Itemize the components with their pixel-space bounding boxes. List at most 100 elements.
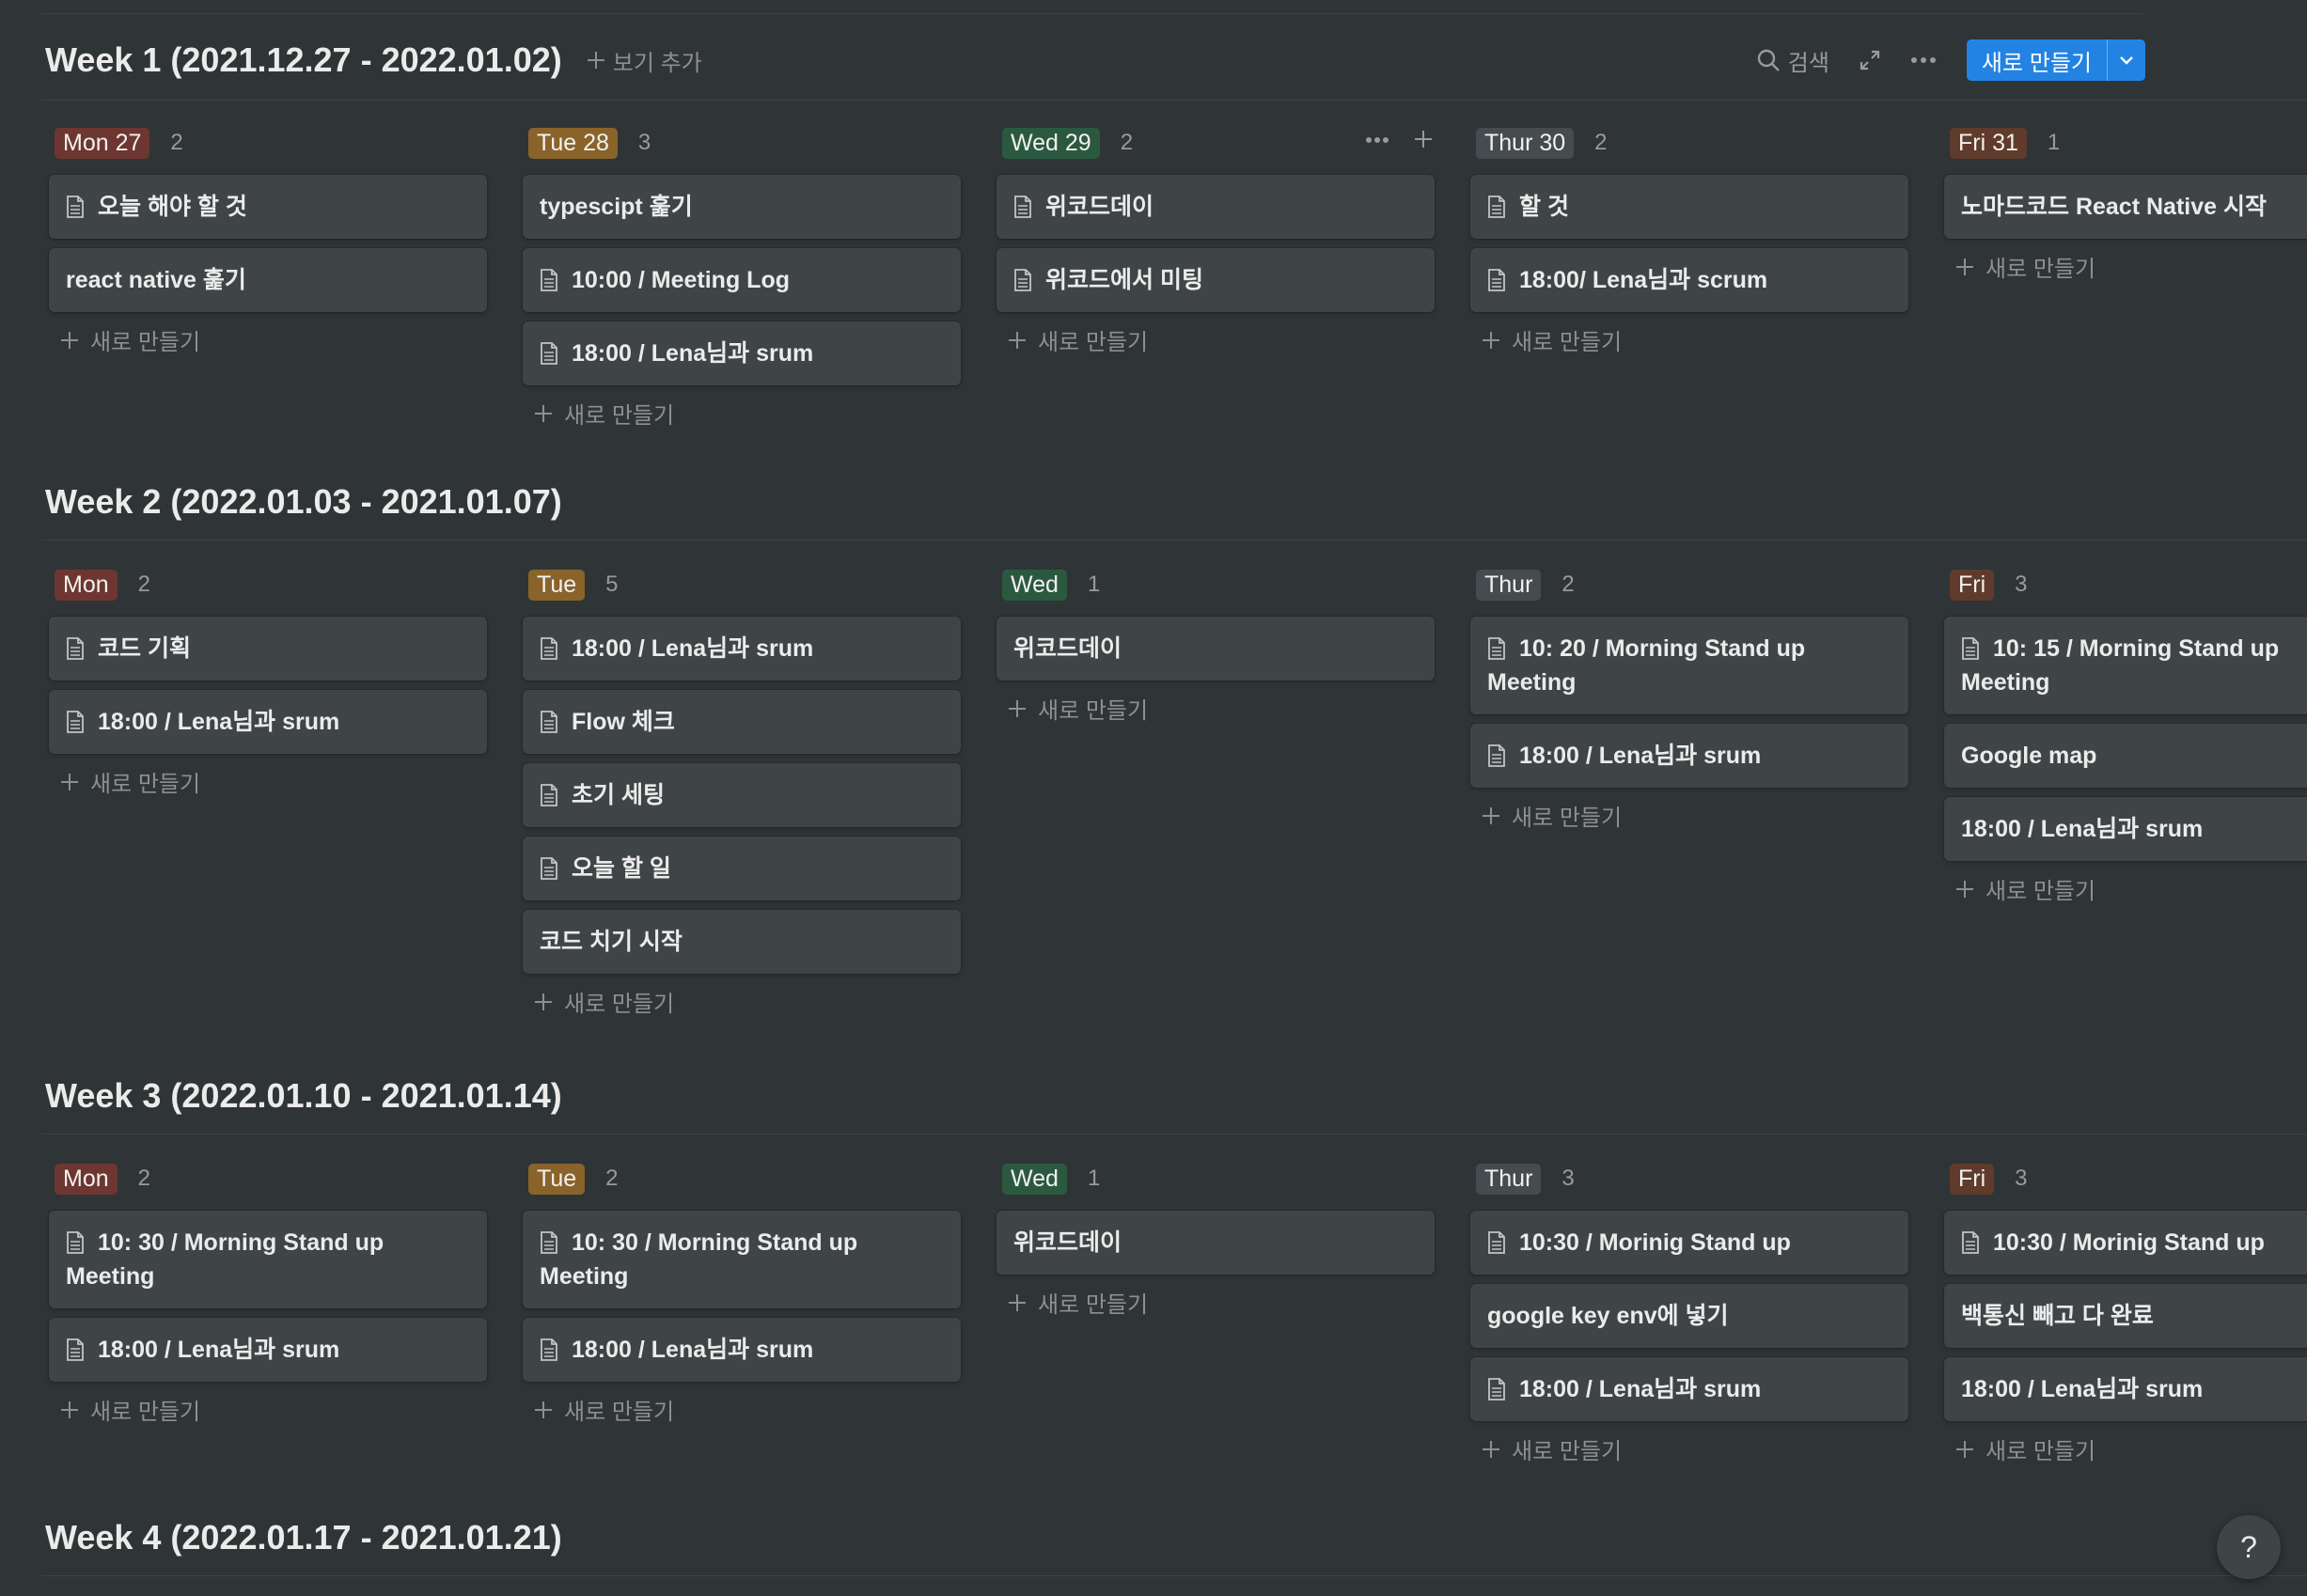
column-tag[interactable]: Wed 29: [1002, 127, 1100, 159]
new-item-button[interactable]: 새로 만들기: [1482, 1432, 1622, 1465]
new-item-button[interactable]: 새로 만들기: [60, 765, 200, 798]
card-title: 오늘 해야 할 것: [98, 194, 247, 220]
new-item-button[interactable]: 새로 만들기: [534, 397, 674, 430]
column-tag[interactable]: Thur 30: [1476, 127, 1575, 159]
board-card[interactable]: 코드 기획: [49, 617, 487, 681]
card-title: typescipt 훑기: [540, 194, 693, 220]
new-button-dropdown[interactable]: [2107, 39, 2145, 81]
board-card[interactable]: 오늘 할 일: [523, 837, 961, 900]
board-card[interactable]: 18:00 / Lena님과 srum: [1944, 797, 2307, 861]
column-tag[interactable]: Tue: [528, 1163, 586, 1195]
board-card[interactable]: 18:00/ Lena님과 scrum: [1470, 248, 1908, 312]
board-card[interactable]: 오늘 해야 할 것: [49, 175, 487, 239]
board-card[interactable]: 위코드데이: [997, 1211, 1435, 1275]
column-tag[interactable]: Mon 27: [55, 127, 150, 159]
board-card[interactable]: typescipt 훑기: [523, 175, 961, 239]
new-button-label[interactable]: 새로 만들기: [1967, 39, 2107, 81]
page-icon: [541, 637, 557, 660]
column-tag[interactable]: Thur: [1476, 1163, 1542, 1195]
column-header: Fri 31 1: [1950, 124, 2060, 162]
add-view-button[interactable]: 보기 추가: [587, 44, 702, 77]
board-card[interactable]: 할 것: [1470, 175, 1908, 239]
new-item-button[interactable]: 새로 만들기: [534, 985, 674, 1018]
column-tag[interactable]: Fri: [1950, 569, 1995, 601]
new-item-button[interactable]: 새로 만들기: [1008, 1286, 1148, 1319]
column-tag[interactable]: Thur: [1476, 569, 1542, 601]
column-tag[interactable]: Wed: [1002, 1163, 1067, 1195]
new-item-button[interactable]: 새로 만들기: [60, 323, 200, 356]
board-card[interactable]: 18:00 / Lena님과 srum: [1470, 1357, 1908, 1421]
board-card[interactable]: 18:00 / Lena님과 srum: [1944, 1357, 2307, 1421]
new-item-button[interactable]: 새로 만들기: [1955, 250, 2095, 283]
page-icon: [541, 857, 557, 880]
board-card[interactable]: 위코드데이: [997, 175, 1435, 239]
board-card[interactable]: 18:00 / Lena님과 srum: [523, 321, 961, 385]
card-title: 할 것: [1519, 194, 1569, 220]
board-card[interactable]: react native 훑기: [49, 248, 487, 312]
new-item-button[interactable]: 새로 만들기: [1482, 799, 1622, 832]
new-item-button[interactable]: 새로 만들기: [1482, 323, 1622, 356]
column-count: 2: [1562, 571, 1575, 597]
board-card[interactable]: 백통신 빼고 다 완료: [1944, 1284, 2307, 1348]
column-tag[interactable]: Mon: [55, 569, 118, 601]
column-tag[interactable]: Wed: [1002, 569, 1067, 601]
card-title: 오늘 할 일: [572, 855, 671, 882]
board-card[interactable]: 코드 치기 시작: [523, 910, 961, 974]
new-item-label: 새로 만들기: [90, 772, 201, 797]
board-card[interactable]: 18:00 / Lena님과 srum: [49, 1318, 487, 1382]
column-count: 5: [605, 571, 619, 597]
board-card[interactable]: 18:00 / Lena님과 srum: [523, 617, 961, 681]
board-card[interactable]: 10:00 / Meeting Log: [523, 248, 961, 312]
page-icon: [541, 711, 557, 733]
board-card[interactable]: 10: 30 / Morning Stand up Meeting: [523, 1211, 961, 1308]
column-tag[interactable]: Tue 28: [528, 127, 618, 159]
more-options-button[interactable]: [1910, 56, 1937, 64]
board-card[interactable]: Flow 체크: [523, 690, 961, 754]
plus-icon[interactable]: [1414, 130, 1435, 150]
board-card[interactable]: Google map: [1944, 724, 2307, 788]
board-card[interactable]: 노마드코드 React Native 시작: [1944, 175, 2307, 239]
page-icon: [541, 269, 557, 291]
expand-button[interactable]: [1860, 50, 1880, 70]
card-title: 18:00 / Lena님과 srum: [1961, 816, 2204, 842]
top-divider: [41, 13, 2143, 14]
new-item-button[interactable]: 새로 만들기: [1955, 872, 2095, 905]
new-item-button[interactable]: 새로 만들기: [60, 1393, 200, 1426]
column-tag[interactable]: Fri: [1950, 1163, 1995, 1195]
board-card[interactable]: 초기 세팅: [523, 763, 961, 827]
board-card[interactable]: 위코드데이: [997, 617, 1435, 681]
board-card[interactable]: 10: 20 / Morning Stand up Meeting: [1470, 617, 1908, 714]
new-item-button[interactable]: 새로 만들기: [1955, 1432, 2095, 1465]
column-tag[interactable]: Tue: [528, 569, 586, 601]
board-card[interactable]: 18:00 / Lena님과 srum: [523, 1318, 961, 1382]
board-card[interactable]: 10: 15 / Morning Stand up Meeting: [1944, 617, 2307, 714]
search-button[interactable]: 검색: [1756, 44, 1829, 77]
board-card[interactable]: 10:30 / Morinig Stand up: [1944, 1211, 2307, 1275]
board-card[interactable]: 위코드에서 미팅: [997, 248, 1435, 312]
column-tag[interactable]: Mon: [55, 1163, 118, 1195]
new-item-button[interactable]: 새로 만들기: [1008, 692, 1148, 725]
help-button[interactable]: ?: [2217, 1515, 2281, 1579]
board-card[interactable]: 18:00 / Lena님과 srum: [1470, 724, 1908, 788]
board-card[interactable]: 10:30 / Morinig Stand up: [1470, 1211, 1908, 1275]
column-count: 2: [1594, 130, 1608, 155]
week-divider: [41, 1575, 2307, 1576]
more-icon[interactable]: [1365, 128, 1389, 152]
new-button[interactable]: 새로 만들기: [1966, 39, 2145, 81]
new-item-button[interactable]: 새로 만들기: [534, 1393, 674, 1426]
board-card[interactable]: 10: 30 / Morning Stand up Meeting: [49, 1211, 487, 1308]
column-count: 2: [137, 1166, 150, 1191]
new-item-button[interactable]: 새로 만들기: [1008, 323, 1148, 356]
new-item-label: 새로 만들기: [1985, 1439, 2096, 1464]
column-tag[interactable]: Fri 31: [1950, 127, 2027, 159]
card-title: 초기 세팅: [572, 782, 665, 808]
board-card[interactable]: 18:00 / Lena님과 srum: [49, 690, 487, 754]
page-icon: [1014, 196, 1031, 218]
column-count: 1: [1087, 1166, 1101, 1191]
week-title: Week 1 (2021.12.27 - 2022.01.02): [45, 40, 562, 79]
plus-icon: [534, 993, 553, 1011]
plus-icon: [1008, 1293, 1027, 1312]
page-icon: [1488, 637, 1505, 660]
board-card[interactable]: google key env에 넣기: [1470, 1284, 1908, 1348]
plus-icon: [1482, 1440, 1500, 1459]
